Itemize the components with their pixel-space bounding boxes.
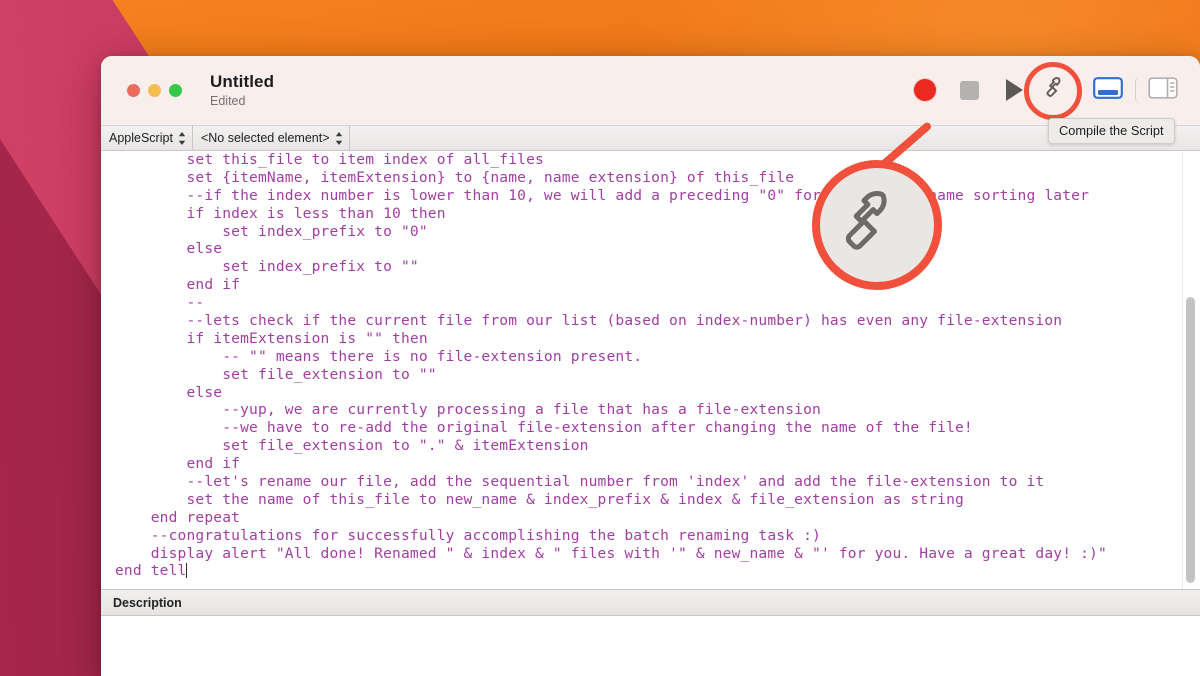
code-line: --if the index number is lower than 10, … bbox=[115, 186, 1090, 204]
description-pane-body[interactable] bbox=[101, 616, 1200, 676]
code-line: -- bbox=[115, 294, 205, 312]
code-line: end if bbox=[115, 276, 241, 294]
text-caret bbox=[185, 563, 187, 579]
chevron-updown-icon bbox=[335, 131, 343, 145]
code-line: end repeat bbox=[115, 508, 241, 526]
scrollbar-thumb[interactable] bbox=[1186, 297, 1195, 583]
code-line: -- "" means there is no file-extension p… bbox=[115, 347, 643, 365]
code-line: set this_file to item index of all_files bbox=[115, 151, 544, 168]
window-title-block: Untitled Edited bbox=[210, 72, 274, 108]
code-line: set file_extension to "" bbox=[115, 365, 437, 383]
code-line: set {itemName, itemExtension} to {name, … bbox=[115, 168, 795, 186]
play-icon bbox=[1006, 79, 1023, 101]
code-line: --lets check if the current file from ou… bbox=[115, 312, 1063, 330]
stop-button[interactable] bbox=[947, 68, 991, 112]
standard-view-icon bbox=[1093, 76, 1123, 104]
element-popup-button[interactable]: <No selected element> bbox=[193, 126, 350, 150]
minimize-button[interactable] bbox=[148, 83, 161, 97]
code-editor[interactable]: set this_file to item index of all_files… bbox=[101, 151, 1200, 589]
code-line: set the name of this_file to new_name & … bbox=[115, 490, 964, 508]
script-navigation-bar: AppleScript <No selected element> bbox=[101, 125, 1200, 151]
code-line: --congratulations for successfully accom… bbox=[115, 526, 821, 544]
script-editor-window: Untitled Edited AppleScript <No selected… bbox=[101, 56, 1200, 676]
code-line: --we have to re-add the original file-ex… bbox=[115, 419, 973, 437]
stop-icon bbox=[959, 80, 979, 100]
code-line: set index_prefix to "" bbox=[115, 258, 419, 276]
code-line: end tell bbox=[115, 562, 187, 580]
record-icon bbox=[914, 79, 936, 101]
split-view-icon bbox=[1148, 76, 1178, 104]
hammer-icon bbox=[1044, 75, 1070, 106]
code-line: --yup, we are currently processing a fil… bbox=[115, 401, 821, 419]
code-line: if index is less than 10 then bbox=[115, 204, 446, 222]
traffic-light-group bbox=[127, 83, 182, 97]
element-popup-label: <No selected element> bbox=[200, 131, 330, 145]
record-button[interactable] bbox=[903, 68, 947, 112]
view-toggle-group bbox=[1089, 76, 1182, 104]
compile-button[interactable] bbox=[1035, 68, 1079, 112]
code-line: else bbox=[115, 383, 223, 401]
description-pane-header: Description bbox=[101, 589, 1200, 616]
code-line: else bbox=[115, 240, 223, 258]
language-popup-label: AppleScript bbox=[109, 131, 173, 145]
code-line: display alert "All done! Renamed " & ind… bbox=[115, 544, 1107, 562]
chevron-updown-icon bbox=[178, 131, 186, 145]
code-line: if itemExtension is "" then bbox=[115, 329, 428, 347]
code-line: --let's rename our file, add the sequent… bbox=[115, 473, 1045, 491]
document-title: Untitled bbox=[210, 72, 275, 92]
view-standard-button[interactable] bbox=[1089, 76, 1127, 104]
code-text[interactable]: set this_file to item index of all_files… bbox=[101, 151, 1200, 580]
code-line: set file_extension to "." & itemExtensio… bbox=[115, 437, 589, 455]
close-button[interactable] bbox=[127, 83, 140, 97]
document-edit-state: Edited bbox=[210, 93, 246, 108]
run-button[interactable] bbox=[991, 68, 1035, 112]
window-titlebar: Untitled Edited bbox=[101, 56, 1200, 125]
code-line: set index_prefix to "0" bbox=[115, 222, 428, 240]
code-line: end if bbox=[115, 455, 241, 473]
view-split-button[interactable] bbox=[1135, 76, 1182, 104]
language-popup-button[interactable]: AppleScript bbox=[101, 126, 193, 150]
maximize-button[interactable] bbox=[169, 83, 182, 97]
window-toolbar bbox=[903, 56, 1182, 124]
editor-vertical-scrollbar[interactable] bbox=[1182, 151, 1198, 589]
